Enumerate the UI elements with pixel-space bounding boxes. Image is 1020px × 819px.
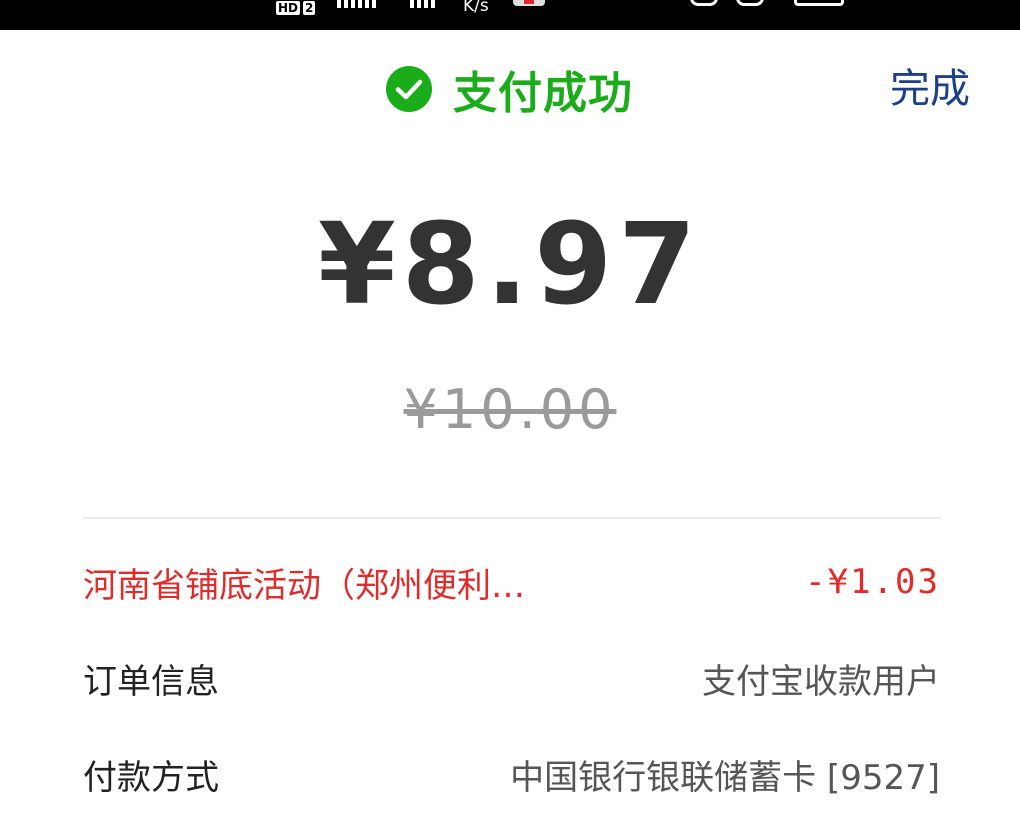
status-icons-right: [690, 0, 844, 6]
page-title: 支付成功: [453, 68, 633, 119]
hd-indicator: HD 2: [276, 0, 316, 16]
order-info-value: 支付宝收款用户: [702, 661, 940, 702]
paid-amount: ¥8.97: [317, 200, 703, 330]
battery-icon: [794, 0, 844, 6]
done-button[interactable]: 完成: [890, 60, 970, 118]
promotion-value: -¥1.03: [805, 562, 940, 602]
original-amount: ¥10.00: [403, 378, 617, 441]
notification-icon: [513, 0, 545, 6]
payment-method-label: 付款方式: [83, 757, 219, 798]
payment-success-header: 支付成功: [385, 60, 633, 119]
payment-method-row[interactable]: 付款方式 中国银行银联储蓄卡 [9527]: [83, 749, 940, 799]
divider: [83, 517, 941, 519]
hd-label: HD: [276, 1, 301, 15]
network-speed-unit: K/s: [463, 0, 489, 16]
nfc-icon: [690, 0, 718, 6]
promotion-row[interactable]: 河南省铺底活动（郑州便利… -¥1.03: [83, 557, 940, 607]
signal-icon: [337, 0, 376, 8]
promotion-label: 河南省铺底活动（郑州便利…: [83, 565, 525, 606]
signal-icon-2: [410, 0, 435, 8]
order-info-label: 订单信息: [83, 661, 219, 702]
alarm-icon: [736, 0, 764, 6]
payment-method-value: 中国银行银联储蓄卡 [9527]: [510, 757, 940, 798]
check-circle-icon: [386, 66, 432, 112]
status-bar: HD 2 K/s: [0, 0, 1020, 30]
order-info-row[interactable]: 订单信息 支付宝收款用户: [83, 653, 940, 703]
sim-label: 2: [303, 1, 316, 15]
